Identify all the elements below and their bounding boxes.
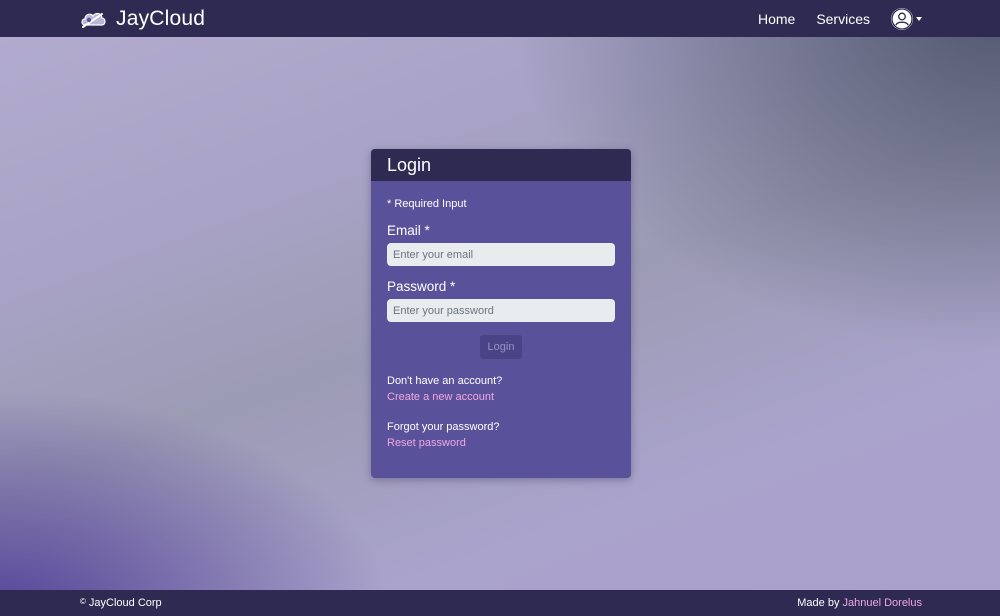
reset-password-link[interactable]: Reset password [387,435,615,451]
top-navbar: JayCloud Home Services [0,0,1000,37]
caret-down-icon [916,16,922,21]
login-card-header: Login [371,149,631,181]
login-form: * Required Input Email * Password * Logi… [371,181,631,451]
nav-links: Home Services [758,0,922,37]
password-label: Password * [387,279,456,294]
copyright-symbol: © [80,596,86,606]
email-field[interactable] [387,243,615,266]
user-menu-toggle[interactable] [891,7,922,30]
password-field[interactable] [387,299,615,322]
login-button[interactable]: Login [480,335,522,359]
nav-home-link[interactable]: Home [758,11,795,27]
brand-name: JayCloud [116,6,206,30]
footer-credit: Made by Jahnuel Dorelus [797,597,922,609]
nav-services-link[interactable]: Services [816,11,870,27]
footer-copyright: © JayCloud Corp [80,596,162,610]
required-note: * Required Input [387,198,467,210]
email-label: Email * [387,223,430,238]
footer-company: JayCloud Corp [88,597,162,609]
submit-row: Login [387,335,615,359]
login-card: Login * Required Input Email * Password … [371,149,631,478]
user-avatar-icon [891,7,913,30]
cloud-logo-icon [80,8,106,30]
create-account-link[interactable]: Create a new account [387,389,615,405]
page-footer: © JayCloud Corp Made by Jahnuel Dorelus [0,590,1000,616]
footer-author-link[interactable]: Jahnuel Dorelus [843,597,923,609]
forgot-password-prompt: Forgot your password? [387,421,500,433]
brand-home-link[interactable]: JayCloud [80,0,205,37]
footer-made-by: Made by [797,597,843,609]
login-title: Login [387,154,432,175]
signup-prompt: Don't have an account? [387,375,503,387]
